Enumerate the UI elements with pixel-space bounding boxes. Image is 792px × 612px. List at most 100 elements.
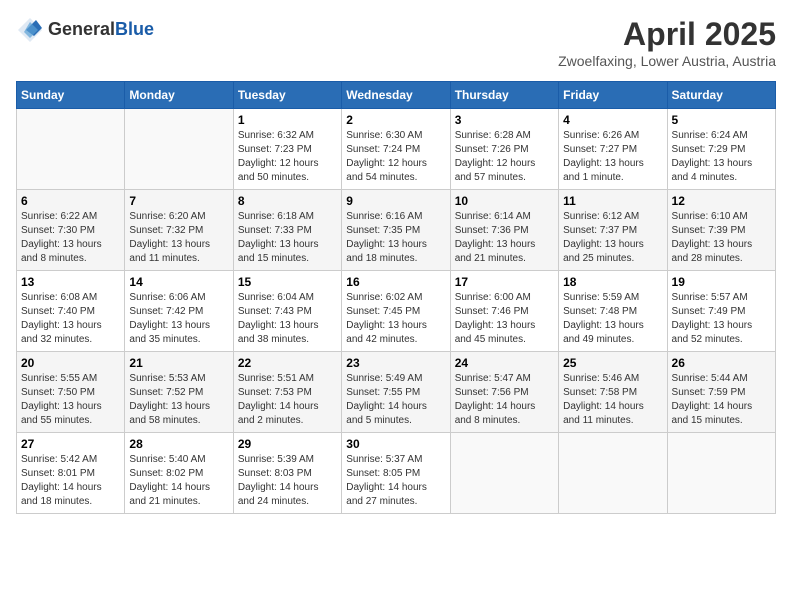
- day-detail: Sunrise: 5:53 AMSunset: 7:52 PMDaylight:…: [129, 372, 228, 428]
- calendar-cell: [667, 433, 775, 514]
- logo-general-text: General: [48, 19, 115, 39]
- calendar-week-3: 13Sunrise: 6:08 AMSunset: 7:40 PMDayligh…: [17, 271, 776, 352]
- calendar-cell: 25 Sunrise: 5:46 AMSunset: 7:58 PMDayligh…: [559, 352, 667, 433]
- calendar-body: 1Sunrise: 6:32 AMSunset: 7:23 PMDaylight…: [17, 109, 776, 514]
- title-block: April 2025 Zwoelfaxing, Lower Austria, A…: [558, 16, 776, 69]
- day-number: 6: [21, 194, 120, 208]
- calendar-cell: 30Sunrise: 5:37 AMSunset: 8:05 PMDayligh…: [342, 433, 450, 514]
- calendar-cell: 23 Sunrise: 5:49 AMSunset: 7:55 PMDayligh…: [342, 352, 450, 433]
- day-number: 3: [455, 113, 554, 127]
- day-number: 12: [672, 194, 771, 208]
- day-number: 16: [346, 275, 445, 289]
- page-header: GeneralBlue April 2025 Zwoelfaxing, Lowe…: [16, 16, 776, 69]
- day-detail: Sunrise: 6:00 AMSunset: 7:46 PMDaylight:…: [455, 291, 554, 347]
- day-detail: Sunrise: 5:55 AMSunset: 7:50 PMDaylight:…: [21, 372, 120, 428]
- calendar-week-1: 1Sunrise: 6:32 AMSunset: 7:23 PMDaylight…: [17, 109, 776, 190]
- calendar-cell: [125, 109, 233, 190]
- calendar-cell: 15Sunrise: 6:04 AMSunset: 7:43 PMDayligh…: [233, 271, 341, 352]
- day-number: 9: [346, 194, 445, 208]
- day-number: 20: [21, 356, 120, 370]
- day-detail: Sunrise: 5:51 AMSunset: 7:53 PMDaylight:…: [238, 372, 337, 428]
- day-number: 26: [672, 356, 771, 370]
- day-detail: Sunrise: 5:46 AMSunset: 7:58 PMDaylight:…: [563, 372, 662, 428]
- day-detail: Sunrise: 6:06 AMSunset: 7:42 PMDaylight:…: [129, 291, 228, 347]
- logo-blue-text: Blue: [115, 19, 154, 39]
- weekday-header-saturday: Saturday: [667, 82, 775, 109]
- calendar-cell: 13Sunrise: 6:08 AMSunset: 7:40 PMDayligh…: [17, 271, 125, 352]
- calendar-cell: 14Sunrise: 6:06 AMSunset: 7:42 PMDayligh…: [125, 271, 233, 352]
- day-detail: Sunrise: 6:26 AMSunset: 7:27 PMDaylight:…: [563, 129, 662, 185]
- calendar-cell: 20 Sunrise: 5:55 AMSunset: 7:50 PMDayligh…: [17, 352, 125, 433]
- calendar-cell: 10 Sunrise: 6:14 AMSunset: 7:36 PMDayligh…: [450, 190, 558, 271]
- main-title: April 2025: [558, 16, 776, 53]
- day-number: 18: [563, 275, 662, 289]
- weekday-header-wednesday: Wednesday: [342, 82, 450, 109]
- day-detail: Sunrise: 6:14 AMSunset: 7:36 PMDaylight:…: [455, 210, 554, 266]
- day-detail: Sunrise: 5:47 AMSunset: 7:56 PMDaylight:…: [455, 372, 554, 428]
- day-number: 10: [455, 194, 554, 208]
- calendar-cell: 3 Sunrise: 6:28 AMSunset: 7:26 PMDaylight…: [450, 109, 558, 190]
- day-detail: Sunrise: 6:12 AMSunset: 7:37 PMDaylight:…: [563, 210, 662, 266]
- weekday-header-sunday: Sunday: [17, 82, 125, 109]
- day-number: 24: [455, 356, 554, 370]
- day-number: 27: [21, 437, 120, 451]
- calendar-cell: 16 Sunrise: 6:02 AMSunset: 7:45 PMDayligh…: [342, 271, 450, 352]
- weekday-header-thursday: Thursday: [450, 82, 558, 109]
- location-subtitle: Zwoelfaxing, Lower Austria, Austria: [558, 53, 776, 69]
- calendar-cell: 17 Sunrise: 6:00 AMSunset: 7:46 PMDayligh…: [450, 271, 558, 352]
- calendar-header-row: SundayMondayTuesdayWednesdayThursdayFrid…: [17, 82, 776, 109]
- day-number: 30: [346, 437, 445, 451]
- day-number: 29: [238, 437, 337, 451]
- day-detail: Sunrise: 6:22 AMSunset: 7:30 PMDaylight:…: [21, 210, 120, 266]
- weekday-header-tuesday: Tuesday: [233, 82, 341, 109]
- calendar-cell: 26 Sunrise: 5:44 AMSunset: 7:59 PMDayligh…: [667, 352, 775, 433]
- day-detail: Sunrise: 5:49 AMSunset: 7:55 PMDaylight:…: [346, 372, 445, 428]
- calendar-table: SundayMondayTuesdayWednesdayThursdayFrid…: [16, 81, 776, 514]
- day-number: 8: [238, 194, 337, 208]
- day-detail: Sunrise: 6:32 AMSunset: 7:23 PMDaylight:…: [238, 129, 337, 185]
- logo-icon: [16, 16, 44, 44]
- day-number: 13: [21, 275, 120, 289]
- day-number: 2: [346, 113, 445, 127]
- calendar-cell: 21 Sunrise: 5:53 AMSunset: 7:52 PMDayligh…: [125, 352, 233, 433]
- day-number: 4: [563, 113, 662, 127]
- day-detail: Sunrise: 6:28 AMSunset: 7:26 PMDaylight:…: [455, 129, 554, 185]
- weekday-header-monday: Monday: [125, 82, 233, 109]
- day-detail: Sunrise: 6:02 AMSunset: 7:45 PMDaylight:…: [346, 291, 445, 347]
- calendar-cell: 19 Sunrise: 5:57 AMSunset: 7:49 PMDayligh…: [667, 271, 775, 352]
- day-number: 11: [563, 194, 662, 208]
- calendar-week-4: 20 Sunrise: 5:55 AMSunset: 7:50 PMDayligh…: [17, 352, 776, 433]
- day-detail: Sunrise: 5:42 AMSunset: 8:01 PMDaylight:…: [21, 453, 120, 509]
- calendar-cell: 28 Sunrise: 5:40 AMSunset: 8:02 PMDayligh…: [125, 433, 233, 514]
- calendar-week-5: 27 Sunrise: 5:42 AMSunset: 8:01 PMDayligh…: [17, 433, 776, 514]
- day-number: 21: [129, 356, 228, 370]
- weekday-header-friday: Friday: [559, 82, 667, 109]
- day-detail: Sunrise: 5:40 AMSunset: 8:02 PMDaylight:…: [129, 453, 228, 509]
- day-number: 5: [672, 113, 771, 127]
- day-number: 28: [129, 437, 228, 451]
- calendar-cell: 1Sunrise: 6:32 AMSunset: 7:23 PMDaylight…: [233, 109, 341, 190]
- day-number: 19: [672, 275, 771, 289]
- day-number: 22: [238, 356, 337, 370]
- calendar-cell: 27 Sunrise: 5:42 AMSunset: 8:01 PMDayligh…: [17, 433, 125, 514]
- calendar-cell: 4 Sunrise: 6:26 AMSunset: 7:27 PMDaylight…: [559, 109, 667, 190]
- day-detail: Sunrise: 6:16 AMSunset: 7:35 PMDaylight:…: [346, 210, 445, 266]
- day-detail: Sunrise: 6:30 AMSunset: 7:24 PMDaylight:…: [346, 129, 445, 185]
- day-detail: Sunrise: 5:57 AMSunset: 7:49 PMDaylight:…: [672, 291, 771, 347]
- day-number: 17: [455, 275, 554, 289]
- calendar-week-2: 6 Sunrise: 6:22 AMSunset: 7:30 PMDaylight…: [17, 190, 776, 271]
- calendar-cell: 29Sunrise: 5:39 AMSunset: 8:03 PMDayligh…: [233, 433, 341, 514]
- calendar-cell: 8Sunrise: 6:18 AMSunset: 7:33 PMDaylight…: [233, 190, 341, 271]
- calendar-cell: 12Sunrise: 6:10 AMSunset: 7:39 PMDayligh…: [667, 190, 775, 271]
- calendar-cell: 22 Sunrise: 5:51 AMSunset: 7:53 PMDayligh…: [233, 352, 341, 433]
- day-number: 25: [563, 356, 662, 370]
- day-detail: Sunrise: 5:44 AMSunset: 7:59 PMDaylight:…: [672, 372, 771, 428]
- calendar-cell: 11 Sunrise: 6:12 AMSunset: 7:37 PMDayligh…: [559, 190, 667, 271]
- calendar-cell: 7Sunrise: 6:20 AMSunset: 7:32 PMDaylight…: [125, 190, 233, 271]
- day-detail: Sunrise: 6:04 AMSunset: 7:43 PMDaylight:…: [238, 291, 337, 347]
- calendar-cell: 9 Sunrise: 6:16 AMSunset: 7:35 PMDaylight…: [342, 190, 450, 271]
- calendar-cell: 2 Sunrise: 6:30 AMSunset: 7:24 PMDaylight…: [342, 109, 450, 190]
- logo: GeneralBlue: [16, 16, 154, 44]
- day-number: 23: [346, 356, 445, 370]
- calendar-cell: [17, 109, 125, 190]
